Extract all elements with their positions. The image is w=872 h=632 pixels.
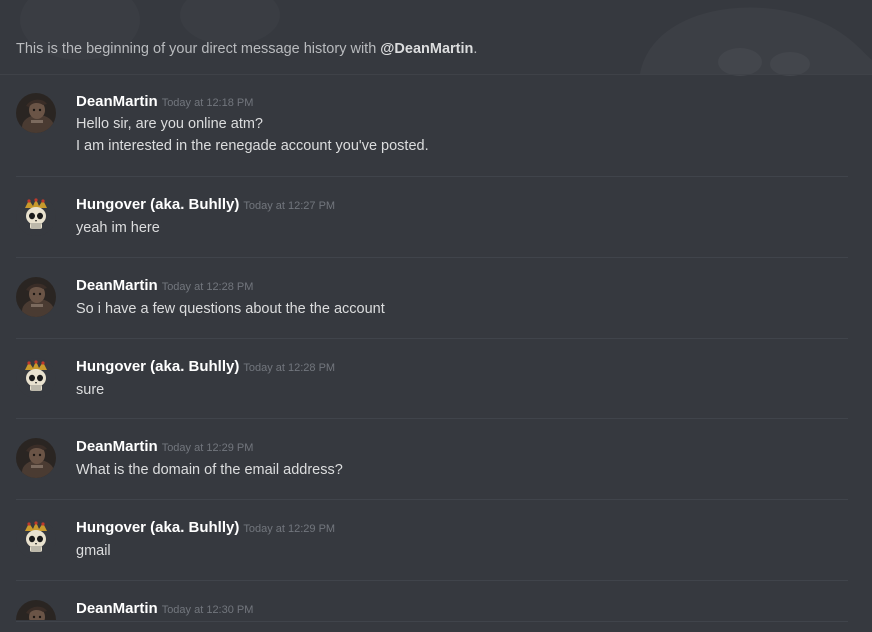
message-divider [16, 499, 848, 500]
message-header: Hungover (aka. Buhlly) Today at 12:29 PM [76, 519, 335, 538]
dean-avatar-icon[interactable] [16, 277, 56, 317]
message-header: Hungover (aka. Buhlly) Today at 12:27 PM [76, 196, 335, 215]
dean-avatar-icon[interactable] [16, 93, 56, 133]
intro-suffix: . [473, 41, 478, 57]
message-header: Hungover (aka. Buhlly) Today at 12:28 PM [76, 358, 335, 377]
timestamp: Today at 12:29 PM [243, 523, 336, 535]
message-divider [16, 580, 848, 581]
message-text: What is the domain of the email address? [76, 462, 343, 478]
skull-crown-avatar-icon[interactable] [16, 196, 56, 236]
message-header: DeanMartin Today at 12:28 PM [76, 277, 253, 296]
message-group: Hungover (aka. Buhlly) Today at 12:29 PM … [0, 519, 872, 567]
timestamp: Today at 12:27 PM [243, 200, 336, 212]
message-divider [16, 338, 848, 339]
intro-text: This is the beginning of your direct mes… [16, 41, 381, 57]
message-group: DeanMartin Today at 12:30 PM [0, 600, 872, 632]
username[interactable]: DeanMartin [76, 93, 158, 110]
username[interactable]: DeanMartin [76, 438, 158, 455]
username[interactable]: DeanMartin [76, 277, 158, 294]
message-text: sure [76, 382, 105, 398]
message-divider [16, 257, 848, 258]
username[interactable]: Hungover (aka. Buhlly) [76, 519, 239, 536]
skull-crown-avatar-icon[interactable] [16, 519, 56, 559]
message-group: DeanMartin Today at 12:18 PM Hello sir, a… [0, 93, 872, 163]
message-divider [16, 418, 848, 419]
dm-chat-window: This is the beginning of your direct mes… [0, 0, 872, 632]
message-text: yeah im here [76, 220, 160, 236]
username[interactable]: Hungover (aka. Buhlly) [76, 358, 239, 375]
message-text: gmail [76, 543, 111, 559]
message-header: DeanMartin Today at 12:30 PM [76, 600, 253, 619]
timestamp: Today at 12:29 PM [161, 442, 254, 454]
message-text: Hello sir, are you online atm? [76, 116, 263, 132]
intro-divider [0, 74, 872, 75]
username[interactable]: DeanMartin [76, 600, 158, 617]
message-divider [16, 176, 848, 177]
message-text: So i have a few questions about the the … [76, 301, 385, 317]
timestamp: Today at 12:30 PM [161, 604, 254, 616]
message-text: I am interested in the renegade account … [76, 138, 429, 154]
message-group: DeanMartin Today at 12:28 PM So i have a … [0, 277, 872, 325]
timestamp: Today at 12:18 PM [161, 97, 254, 109]
message-group: Hungover (aka. Buhlly) Today at 12:28 PM … [0, 358, 872, 406]
dm-history-intro: This is the beginning of your direct mes… [16, 41, 477, 57]
user-mention[interactable]: @DeanMartin [380, 41, 473, 57]
background-art [20, 0, 872, 76]
message-divider [16, 621, 848, 622]
dean-avatar-icon[interactable] [16, 438, 56, 478]
message-group: DeanMartin Today at 12:29 PM What is the … [0, 438, 872, 486]
skull-crown-avatar-icon[interactable] [16, 358, 56, 398]
timestamp: Today at 12:28 PM [161, 281, 254, 293]
timestamp: Today at 12:28 PM [243, 362, 336, 374]
message-group: Hungover (aka. Buhlly) Today at 12:27 PM … [0, 196, 872, 244]
dean-avatar-icon[interactable] [16, 600, 56, 620]
username[interactable]: Hungover (aka. Buhlly) [76, 196, 239, 213]
message-header: DeanMartin Today at 12:18 PM [76, 93, 253, 112]
message-header: DeanMartin Today at 12:29 PM [76, 438, 253, 457]
